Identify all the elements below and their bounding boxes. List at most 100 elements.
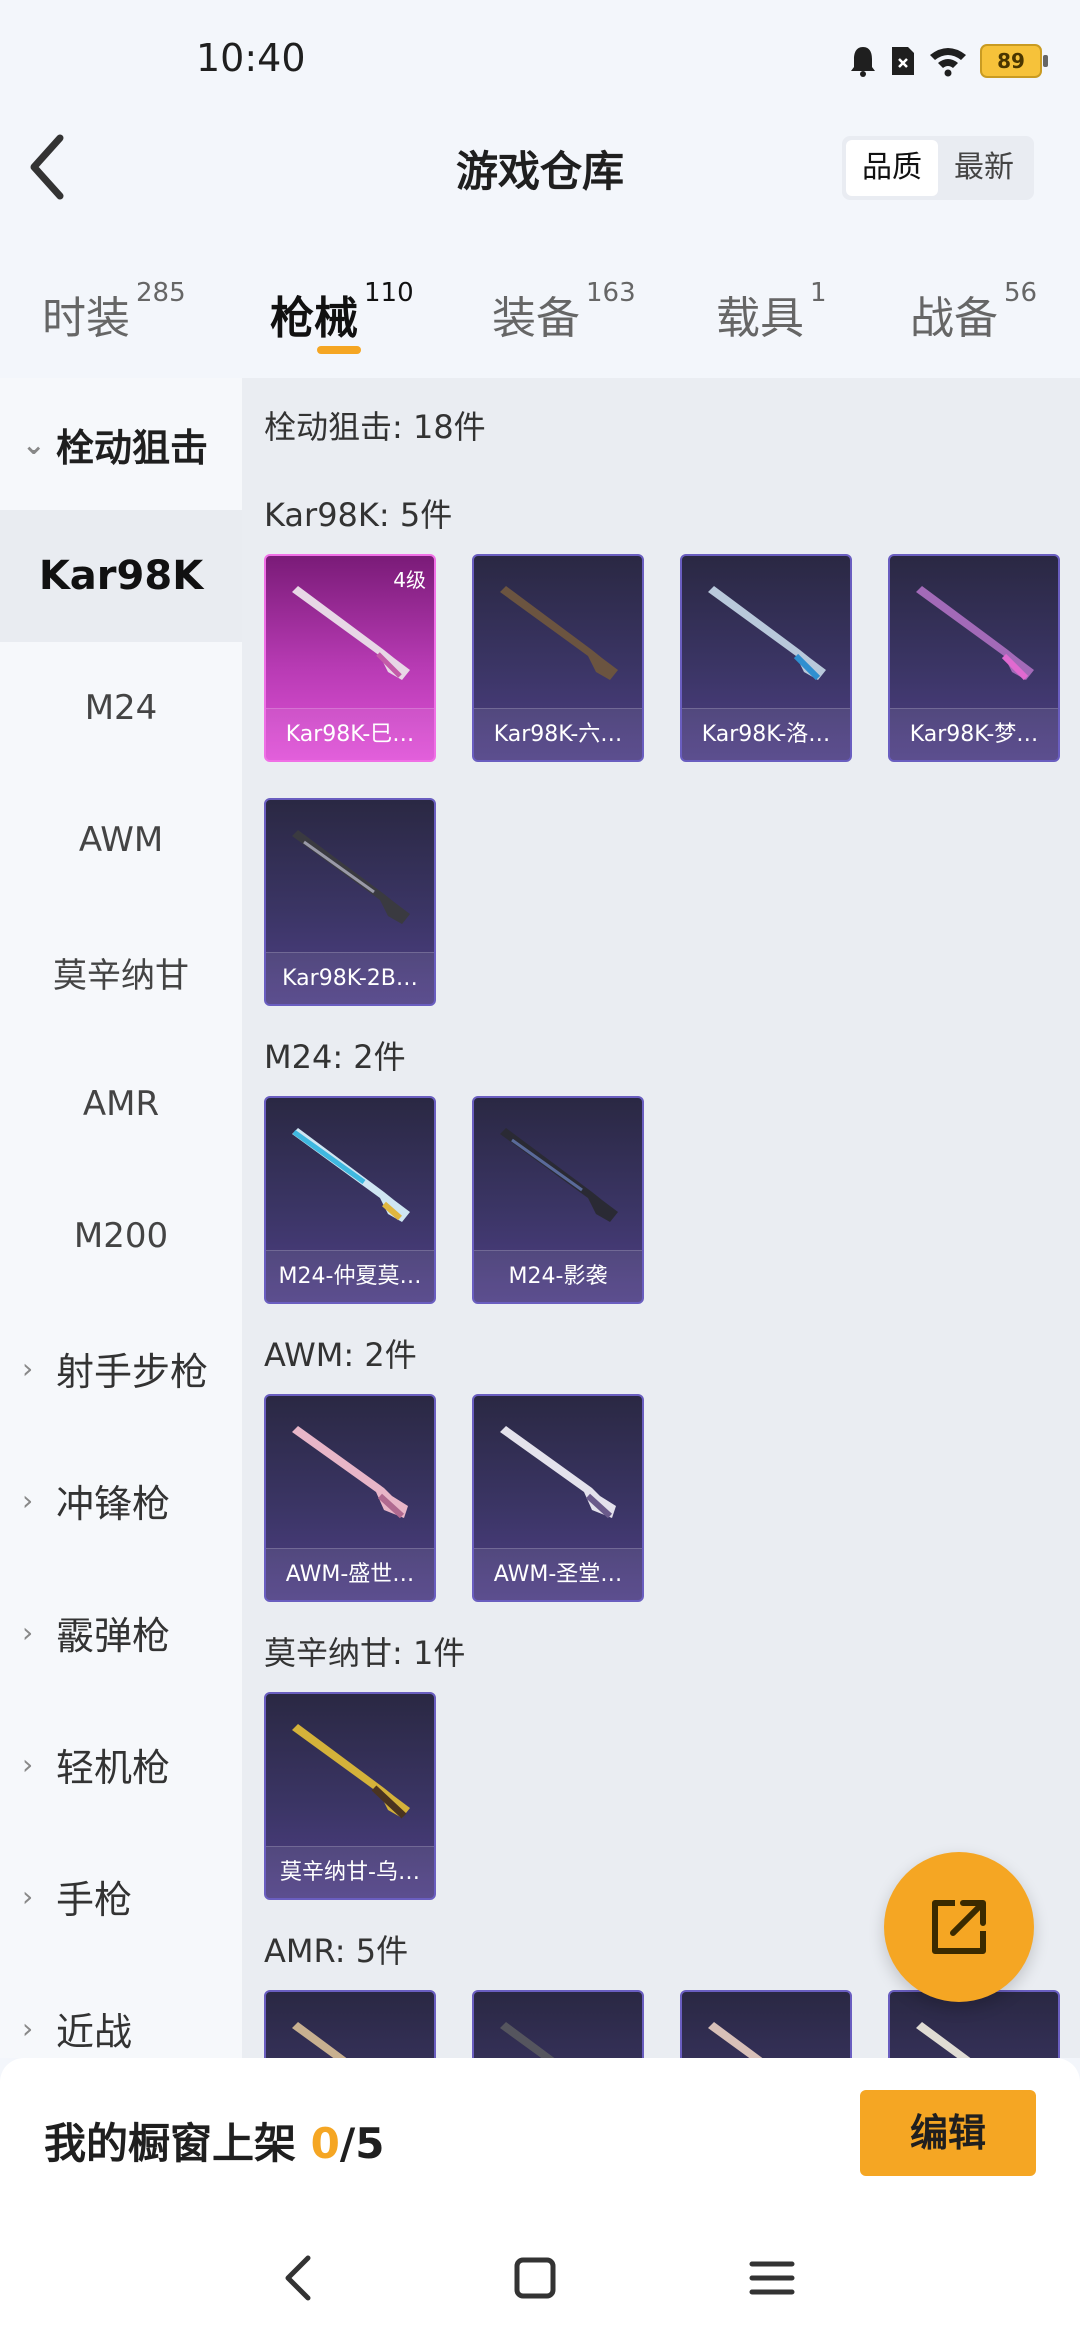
- status-icons: 89: [848, 44, 1048, 78]
- rifle-icon: [916, 586, 1034, 681]
- rifle-icon: [500, 1128, 618, 1222]
- nav-back-icon[interactable]: [270, 2248, 330, 2308]
- section-title: M24: 2件: [264, 1038, 406, 1076]
- item-name: Kar98K-2B…: [266, 952, 434, 1004]
- sidebar-group-pistol[interactable]: › 手枪: [0, 1830, 242, 1962]
- sort-newest-option[interactable]: 最新: [938, 140, 1030, 196]
- tab-count: 163: [586, 278, 636, 308]
- item-card[interactable]: Kar98K-梦…: [888, 554, 1060, 762]
- tab-vehicles[interactable]: 载具 1: [716, 278, 827, 346]
- tab-equipment[interactable]: 装备 163: [492, 278, 636, 346]
- item-card[interactable]: Kar98K-洛…: [680, 554, 852, 762]
- item-name: 莫辛纳甘-乌…: [266, 1846, 434, 1898]
- sidebar-group-label: 近战: [56, 2009, 133, 2054]
- item-card[interactable]: M24-影袭: [472, 1096, 644, 1304]
- rifle-icon: [500, 586, 618, 680]
- section-title: AMR: 5件: [264, 1932, 409, 1970]
- chevron-right-icon: ›: [22, 1879, 34, 1913]
- tab-guns[interactable]: 枪械 110: [270, 278, 414, 346]
- rifle-icon: [292, 1426, 408, 1519]
- bottom-bar: 我的橱窗上架 0/5 编辑: [0, 2058, 1080, 2208]
- item-name: Kar98K-六…: [474, 708, 642, 760]
- sidebar-item-amr[interactable]: AMR: [0, 1038, 242, 1170]
- category-tabs: 时装 285 枪械 110 装备 163 载具 1 战备 56: [0, 270, 1080, 370]
- sidebar: ⌄ 栓动狙击 Kar98K M24 AWM 莫辛纳甘 AMR M200 › 射手…: [0, 378, 242, 2058]
- chevron-right-icon: ›: [22, 1351, 34, 1385]
- chevron-right-icon: ›: [22, 1483, 34, 1517]
- active-tab-indicator: [317, 346, 361, 354]
- sidebar-group-lmg[interactable]: › 轻机枪: [0, 1698, 242, 1830]
- sidebar-group-shotgun[interactable]: › 霰弹枪: [0, 1566, 242, 1698]
- rifle-icon: [292, 2022, 347, 2058]
- share-icon: [932, 1900, 986, 1954]
- tab-supplies[interactable]: 战备 56: [910, 278, 1037, 346]
- item-card[interactable]: [264, 1990, 436, 2058]
- tab-fashion[interactable]: 时装 285: [42, 278, 186, 346]
- item-name: M24-影袭: [474, 1250, 642, 1302]
- tab-label: 战备: [910, 293, 998, 344]
- sidebar-group-label: 轻机枪: [56, 1745, 171, 1790]
- section-title: 莫辛纳甘: 1件: [264, 1634, 466, 1672]
- tab-label: 装备: [492, 293, 580, 344]
- sidebar-group-label: 霰弹枪: [56, 1613, 171, 1658]
- sort-toggle[interactable]: 品质 最新: [842, 136, 1034, 200]
- item-card[interactable]: Kar98K-六…: [472, 554, 644, 762]
- item-level-badge: 4级: [393, 568, 426, 592]
- sidebar-item-awm[interactable]: AWM: [0, 774, 242, 906]
- chevron-right-icon: ›: [22, 1747, 34, 1781]
- shelf-text: 我的橱窗上架: [44, 2119, 311, 2168]
- item-card[interactable]: M24-仲夏莫…: [264, 1096, 436, 1304]
- tab-count: 285: [136, 278, 186, 308]
- tab-label: 载具: [716, 293, 804, 344]
- section-title: Kar98K: 5件: [264, 496, 453, 534]
- item-name: Kar98K-巳…: [266, 708, 434, 760]
- item-card[interactable]: [680, 1990, 852, 2058]
- bell-mute-icon: [851, 47, 875, 77]
- section-title: AWM: 2件: [264, 1336, 417, 1374]
- nav-home-icon[interactable]: [505, 2248, 565, 2308]
- sidebar-item-mosin[interactable]: 莫辛纳甘: [0, 906, 242, 1038]
- sim-card-icon: [892, 47, 914, 75]
- showcase-shelf-label: 我的橱窗上架 0/5: [44, 2110, 384, 2171]
- item-card[interactable]: [472, 1990, 644, 2058]
- item-grid: 栓动狙击: 18件 Kar98K: 5件 4级 Kar98K-巳… Kar98K…: [242, 378, 1080, 2058]
- tab-count: 56: [1004, 278, 1038, 308]
- sort-quality-option[interactable]: 品质: [846, 140, 938, 196]
- chevron-right-icon: ›: [22, 1615, 34, 1649]
- item-name: M24-仲夏莫…: [266, 1250, 434, 1302]
- tab-count: 1: [810, 278, 827, 308]
- share-button[interactable]: [884, 1852, 1034, 2002]
- rifle-icon: [708, 2022, 763, 2058]
- sidebar-group-smg[interactable]: › 冲锋枪: [0, 1434, 242, 1566]
- status-time: 10:40: [196, 36, 306, 80]
- rifle-icon: [292, 1128, 410, 1222]
- item-card[interactable]: Kar98K-2B…: [264, 798, 436, 1006]
- sidebar-item-m24[interactable]: M24: [0, 642, 242, 774]
- chevron-down-icon: ⌄: [22, 427, 46, 461]
- sidebar-group-label: 栓动狙击: [56, 425, 209, 470]
- rifle-icon: [708, 586, 826, 681]
- sidebar-item-m200[interactable]: M200: [0, 1170, 242, 1302]
- item-card[interactable]: 莫辛纳甘-乌…: [264, 1692, 436, 1900]
- category-total: 栓动狙击: 18件: [264, 408, 486, 446]
- sidebar-group-marksman[interactable]: › 射手步枪: [0, 1302, 242, 1434]
- item-card[interactable]: 4级 Kar98K-巳…: [264, 554, 436, 762]
- rifle-icon: [500, 2022, 555, 2058]
- nav-menu-icon[interactable]: [742, 2248, 802, 2308]
- rifle-icon: [292, 1724, 410, 1819]
- wifi-icon: [930, 48, 966, 77]
- tab-count: 110: [364, 278, 414, 308]
- sidebar-group-label: 冲锋枪: [56, 1481, 171, 1526]
- rifle-icon: [292, 830, 410, 924]
- item-card[interactable]: AWM-圣堂…: [472, 1394, 644, 1602]
- item-card[interactable]: AWM-盛世…: [264, 1394, 436, 1602]
- shelf-current-count: 0: [310, 2119, 340, 2168]
- sidebar-group-label: 手枪: [56, 1877, 133, 1922]
- sidebar-item-kar98k[interactable]: Kar98K: [0, 510, 242, 642]
- rifle-icon: [292, 586, 410, 680]
- edit-button[interactable]: 编辑: [860, 2090, 1036, 2176]
- sidebar-group-label: 射手步枪: [56, 1349, 209, 1394]
- system-nav-bar: [0, 2208, 1080, 2340]
- shelf-total: /5: [339, 2119, 385, 2168]
- sidebar-group-bolt-action[interactable]: ⌄ 栓动狙击: [0, 378, 242, 510]
